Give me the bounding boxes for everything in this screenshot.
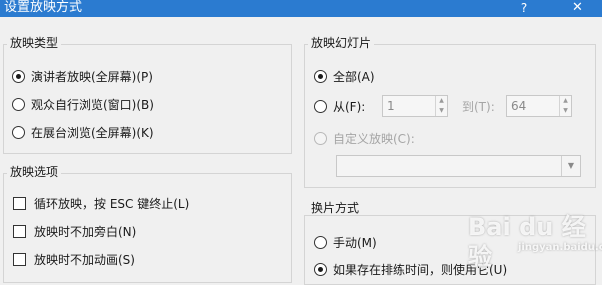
checkbox-no-narration[interactable]: 放映时不加旁白(N) — [13, 223, 136, 239]
watermark-url: jingyan.baidu.com — [518, 242, 602, 253]
dialog-title: 设置放映方式 — [4, 0, 83, 15]
radio-manual-advance-indicator[interactable] — [314, 235, 327, 249]
checkbox-no-narration-box[interactable] — [13, 224, 26, 238]
show-options-group-label: 放映选项 — [7, 165, 62, 179]
radio-all-slides-indicator[interactable] — [314, 69, 327, 83]
radio-presenter-fullscreen[interactable]: 演讲者放映(全屏幕)(P) — [12, 68, 153, 84]
show-type-group-label: 放映类型 — [7, 36, 62, 50]
radio-all-slides[interactable]: 全部(A) — [314, 68, 375, 84]
radio-presenter-fullscreen-label: 演讲者放映(全屏幕)(P) — [31, 69, 153, 84]
radio-audience-window[interactable]: 观众自行浏览(窗口)(B) — [12, 96, 154, 112]
radio-all-slides-label: 全部(A) — [333, 69, 375, 84]
radio-audience-window-indicator[interactable] — [12, 97, 25, 111]
help-button[interactable]: ? — [514, 0, 534, 17]
radio-use-timings-indicator[interactable] — [314, 262, 327, 276]
to-slide-value[interactable]: 64 — [507, 96, 559, 116]
from-slide-spinner[interactable]: 1 ▲ ▼ — [382, 95, 448, 117]
radio-kiosk-fullscreen-indicator[interactable] — [12, 125, 25, 139]
chevron-down-icon[interactable]: ▼ — [561, 156, 580, 176]
dialog-titlebar: 设置放映方式 ? ✕ — [0, 0, 602, 17]
checkbox-no-animation-box[interactable] — [13, 252, 26, 266]
close-button[interactable]: ✕ — [553, 0, 602, 17]
spin-down-icon[interactable]: ▼ — [560, 106, 571, 116]
radio-from-slides[interactable]: 从(F): — [314, 98, 365, 114]
checkbox-loop-box[interactable] — [13, 196, 26, 210]
checkbox-loop-label: 循环放映，按 ESC 键终止(L) — [34, 196, 190, 211]
radio-kiosk-fullscreen-label: 在展台浏览(全屏幕)(K) — [31, 125, 154, 140]
spin-up-icon[interactable]: ▲ — [436, 96, 447, 106]
baidu-watermark: Bai du 经验 jingyan.baidu.com — [468, 212, 602, 271]
radio-custom-show-indicator[interactable] — [314, 131, 327, 145]
to-slide-spin-arrows[interactable]: ▲ ▼ — [559, 96, 571, 116]
spin-up-icon[interactable]: ▲ — [560, 96, 571, 106]
from-slide-spin-arrows[interactable]: ▲ ▼ — [435, 96, 447, 116]
advance-group-label: 换片方式 — [308, 201, 363, 215]
radio-audience-window-label: 观众自行浏览(窗口)(B) — [31, 97, 154, 112]
custom-show-dropdown[interactable]: ▼ — [336, 155, 581, 177]
radio-kiosk-fullscreen[interactable]: 在展台浏览(全屏幕)(K) — [12, 124, 154, 140]
radio-from-label: 从(F): — [333, 99, 366, 114]
spin-down-icon[interactable]: ▼ — [436, 106, 447, 116]
radio-manual-advance[interactable]: 手动(M) — [314, 234, 377, 250]
to-label: 到(T): — [462, 99, 495, 114]
radio-from-slides-indicator[interactable] — [314, 99, 327, 113]
to-slide-spinner[interactable]: 64 ▲ ▼ — [506, 95, 572, 117]
checkbox-no-animation-label: 放映时不加动画(S) — [34, 252, 135, 267]
radio-custom-show-label: 自定义放映(C): — [333, 131, 415, 146]
checkbox-loop[interactable]: 循环放映，按 ESC 键终止(L) — [13, 195, 189, 211]
radio-custom-show[interactable]: 自定义放映(C): — [314, 130, 415, 146]
checkbox-no-animation[interactable]: 放映时不加动画(S) — [13, 251, 135, 267]
radio-manual-advance-label: 手动(M) — [333, 235, 377, 250]
from-slide-value[interactable]: 1 — [383, 96, 435, 116]
checkbox-no-narration-label: 放映时不加旁白(N) — [34, 224, 137, 239]
radio-presenter-fullscreen-indicator[interactable] — [12, 69, 25, 83]
show-slides-group-label: 放映幻灯片 — [308, 36, 375, 50]
